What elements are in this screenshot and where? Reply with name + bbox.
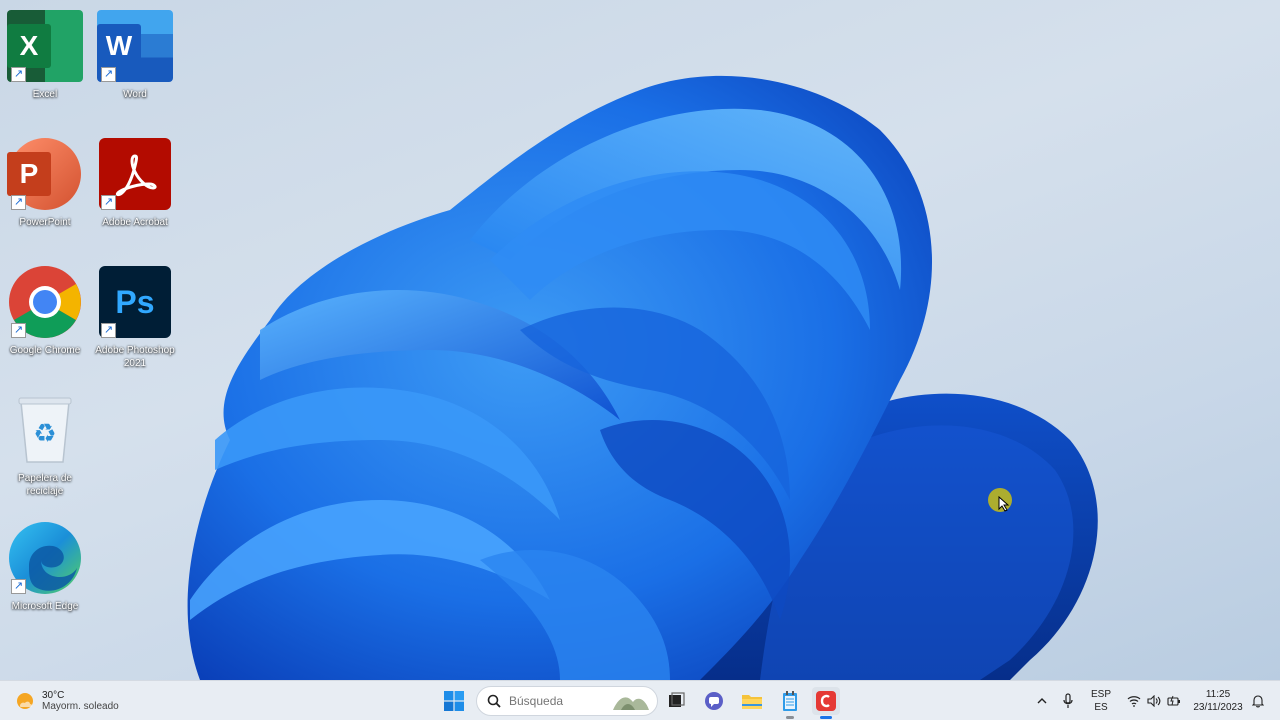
teams-chat-button[interactable] <box>700 687 728 715</box>
desktop-icon-powerpoint[interactable]: P ↗ PowerPoint <box>0 136 90 229</box>
language-switcher[interactable]: ESP ES <box>1086 687 1116 715</box>
powerpoint-icon: P ↗ <box>7 136 83 212</box>
shortcut-arrow-icon: ↗ <box>11 67 26 82</box>
search-highlight-icon <box>613 697 649 710</box>
edge-icon: ↗ <box>7 520 83 596</box>
desktop-icon-adobe-photoshop[interactable]: Ps ↗ Adobe Photoshop 2021 <box>90 264 180 370</box>
active-indicator <box>820 716 832 719</box>
quick-settings-button[interactable] <box>1122 687 1186 715</box>
shortcut-arrow-icon: ↗ <box>11 323 26 338</box>
desktop-icon-label: Google Chrome <box>9 345 81 356</box>
mouse-cursor <box>988 488 1012 512</box>
running-indicator <box>786 716 794 719</box>
search-input[interactable] <box>509 694 609 708</box>
notepad-button[interactable] <box>776 687 804 719</box>
acrobat-icon: ↗ <box>97 136 173 212</box>
desktop-icon-microsoft-edge[interactable]: ↗ Microsoft Edge <box>0 520 90 613</box>
show-hidden-icons-button[interactable] <box>1032 687 1052 715</box>
shortcut-arrow-icon: ↗ <box>11 579 26 594</box>
desktop-icon-adobe-acrobat[interactable]: ↗ Adobe Acrobat <box>90 136 180 229</box>
shortcut-arrow-icon: ↗ <box>101 195 116 210</box>
desktop-icon-google-chrome[interactable]: ↗ Google Chrome <box>0 264 90 357</box>
desktop-wallpaper <box>187 75 1098 680</box>
weather-widget[interactable]: 30°C Mayorm. soleado <box>14 687 119 715</box>
desktop-icon-excel[interactable]: X ↗ Excel <box>0 8 90 101</box>
desktop-icon-label: Papelera de reciclaje <box>18 473 72 497</box>
screen-recorder-button[interactable] <box>812 687 840 719</box>
desktop-icon-label: Word <box>123 89 147 100</box>
bell-icon <box>1252 695 1264 708</box>
notepad-icon <box>783 691 797 711</box>
clock-date: 23/11/2023 <box>1193 702 1243 713</box>
desktop-icon-label: PowerPoint <box>19 217 71 228</box>
desktop-icon-label: Adobe Photoshop 2021 <box>95 345 175 369</box>
teams-chat-icon <box>705 692 723 710</box>
taskbar-search-box[interactable] <box>476 686 658 716</box>
clock-time: 11:25 <box>1205 689 1231 700</box>
start-button[interactable] <box>440 687 468 715</box>
weather-description: Mayorm. soleado <box>42 701 119 712</box>
chrome-icon: ↗ <box>7 264 83 340</box>
sun-cloud-icon <box>17 693 33 709</box>
recorder-icon <box>816 691 836 711</box>
notifications-button[interactable] <box>1250 687 1266 715</box>
start-icon <box>444 691 464 711</box>
desktop-icon-label: Adobe Acrobat <box>102 217 168 228</box>
clock[interactable]: 11:25 23/11/2023 <box>1186 687 1250 715</box>
microphone-icon <box>1063 693 1073 708</box>
shortcut-arrow-icon: ↗ <box>101 323 116 338</box>
photoshop-icon: Ps ↗ <box>97 264 173 340</box>
taskbar: 30°C Mayorm. soleado Búsqueda ESP ES 11:… <box>0 680 1280 720</box>
keyboard-layout: ES <box>1094 702 1108 713</box>
recycle-bin-icon: ♻ <box>7 392 83 468</box>
task-view-button[interactable] <box>664 687 690 715</box>
file-explorer-icon <box>742 695 762 709</box>
file-explorer-button[interactable] <box>738 687 766 715</box>
pointer-icon <box>998 496 1010 512</box>
desktop-icon-word[interactable]: W ↗ Word <box>90 8 180 101</box>
shortcut-arrow-icon: ↗ <box>11 195 26 210</box>
svg-text:♻: ♻ <box>33 419 56 449</box>
search-icon <box>487 694 501 708</box>
task-view-icon <box>669 692 685 707</box>
desktop-icon-label: Excel <box>32 89 58 100</box>
volume-icon <box>1147 695 1161 707</box>
chevron-up-icon <box>1037 698 1047 704</box>
word-icon: W ↗ <box>97 8 173 84</box>
desktop-icon-label: Microsoft Edge <box>11 601 79 612</box>
desktop-icon-recycle-bin[interactable]: ♻ Papelera de reciclaje <box>0 392 90 498</box>
weather-temperature: 30°C <box>42 690 65 701</box>
battery-icon <box>1167 695 1180 706</box>
shortcut-arrow-icon: ↗ <box>101 67 116 82</box>
excel-icon: X ↗ <box>7 8 83 84</box>
wifi-icon <box>1127 696 1141 707</box>
language-code: ESP <box>1090 689 1111 700</box>
microphone-button[interactable] <box>1058 687 1078 715</box>
